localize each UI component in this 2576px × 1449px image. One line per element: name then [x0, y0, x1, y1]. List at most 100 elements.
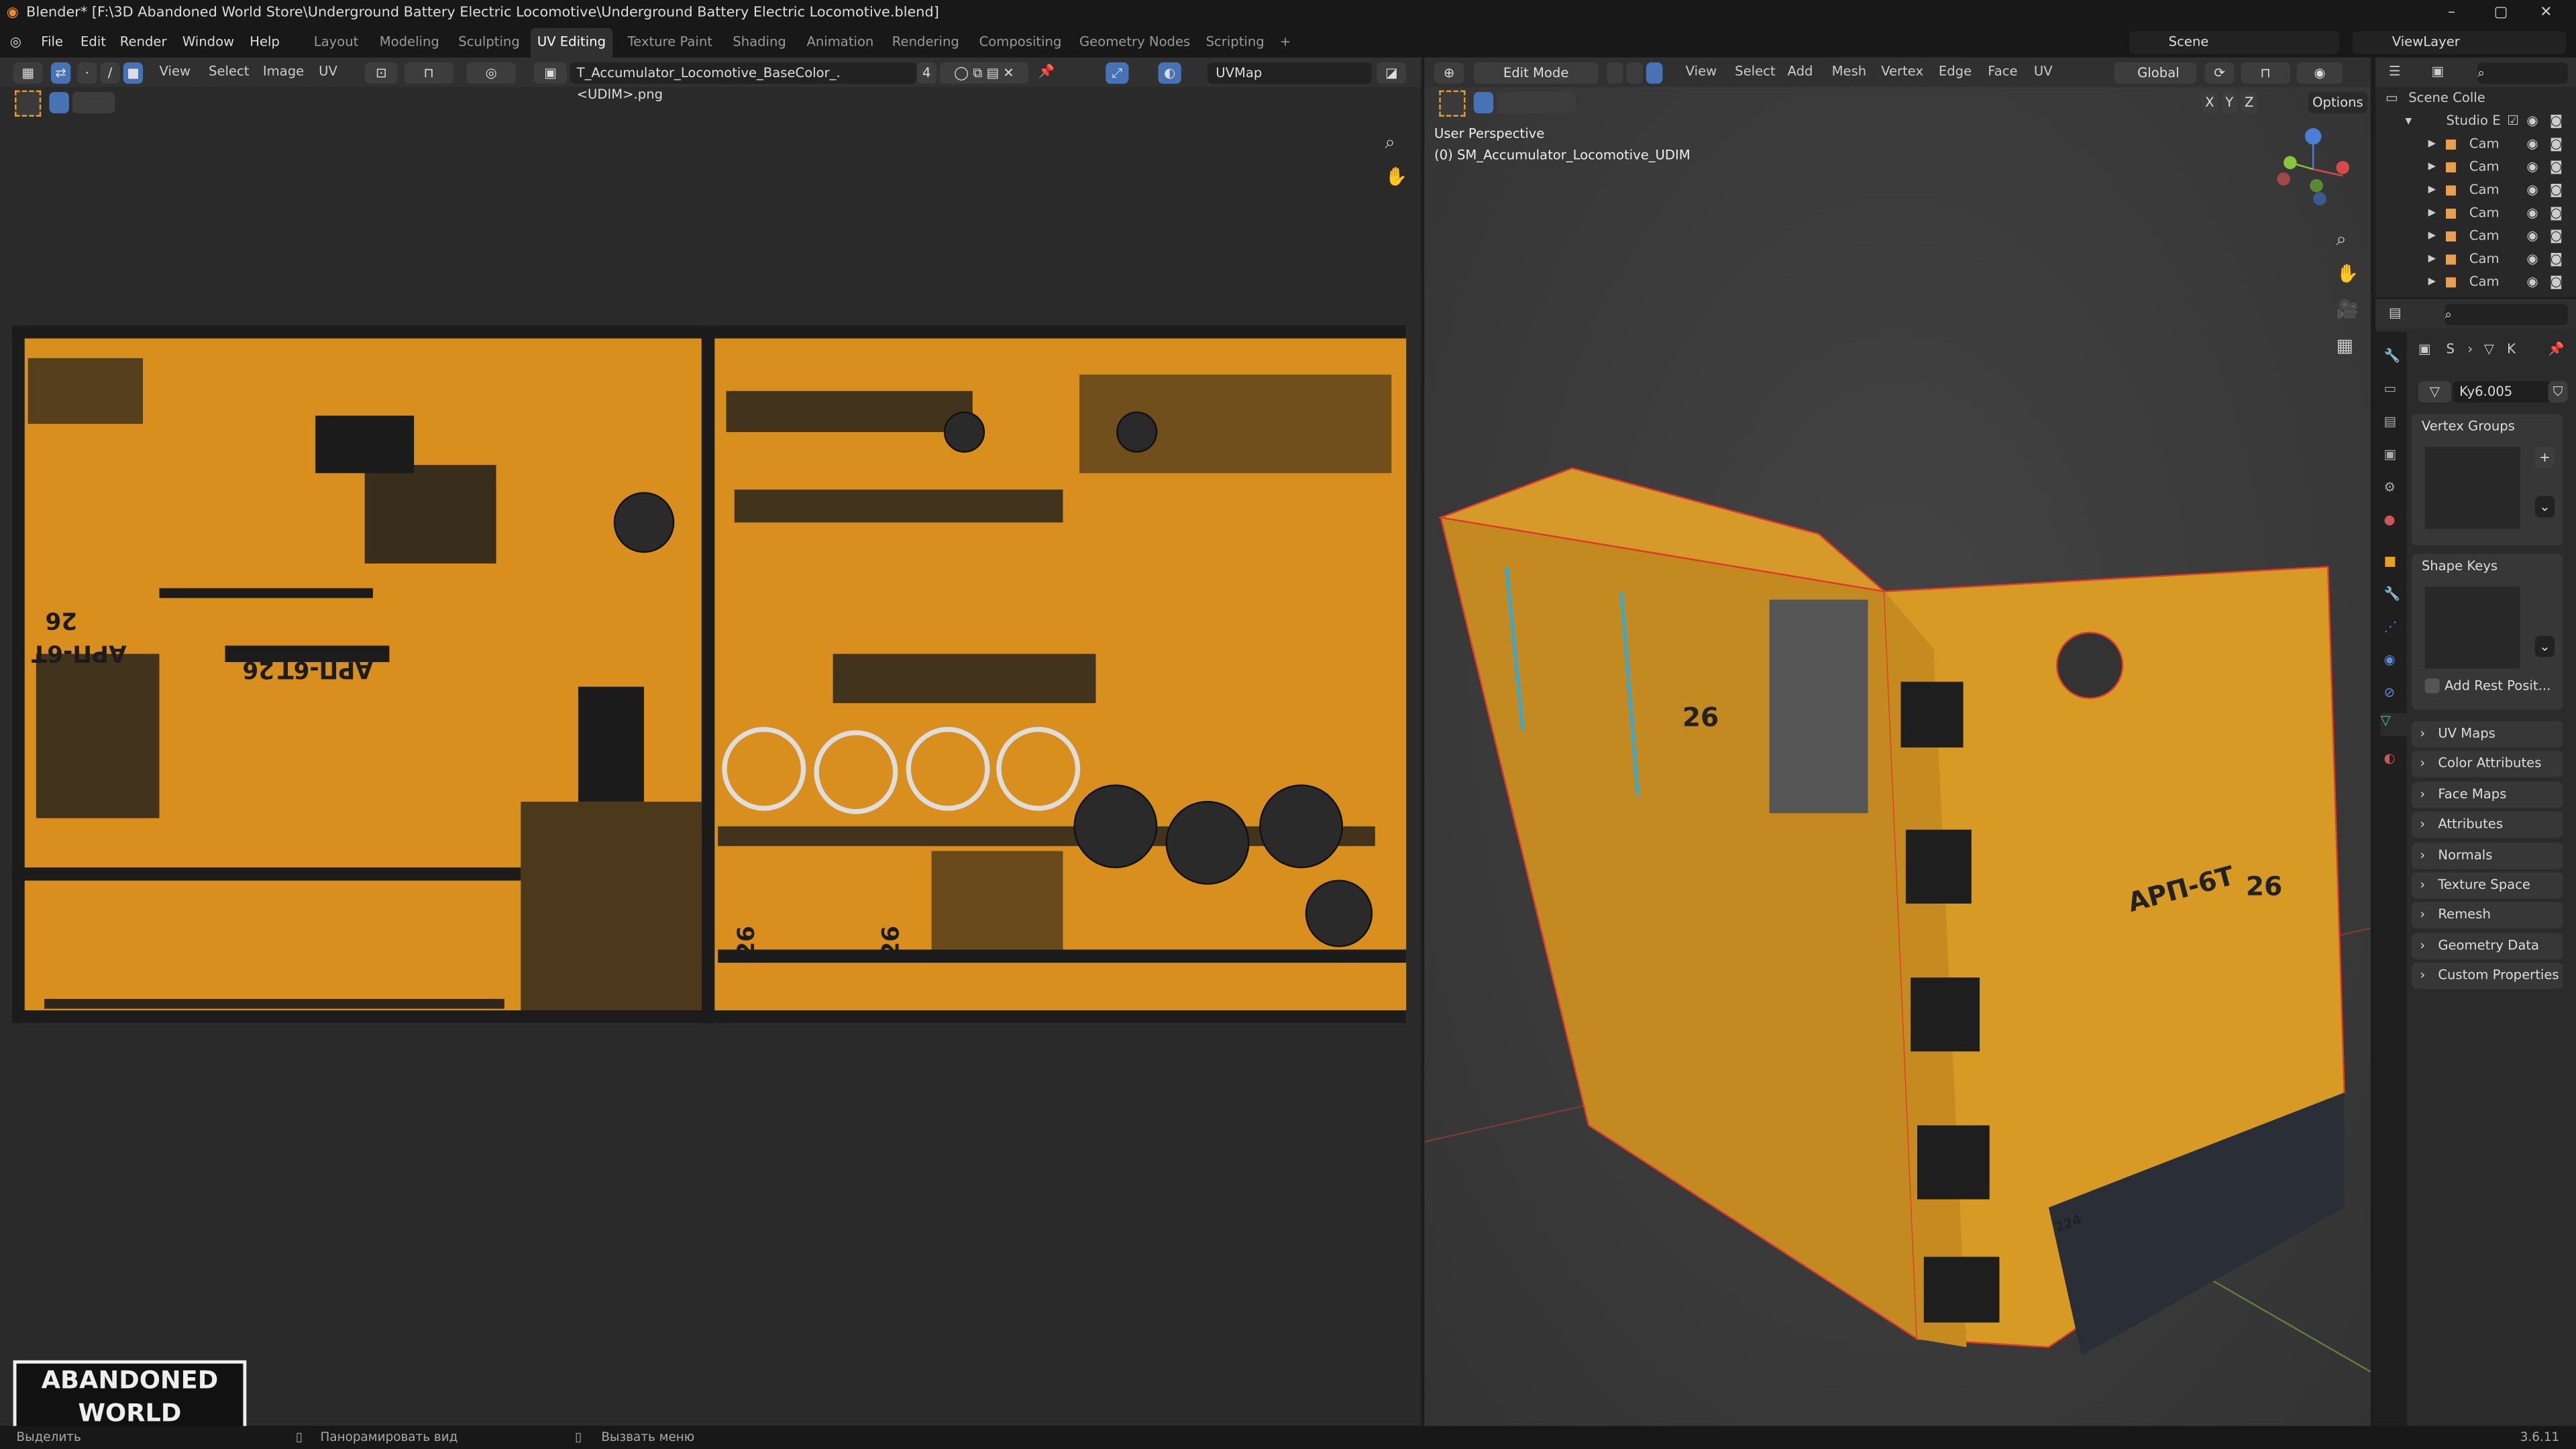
properties-panel[interactable]: › Remesh	[2412, 902, 2563, 929]
mode-selector[interactable]: Edit Mode	[1473, 62, 1599, 84]
minimize-button[interactable]: –	[2448, 0, 2455, 28]
expand-icon[interactable]: ▾	[2405, 110, 2412, 133]
menu-edit[interactable]: Edit	[80, 28, 106, 58]
expand-icon[interactable]: ▶	[2428, 179, 2436, 202]
eye-icon[interactable]: ◉	[2527, 248, 2538, 271]
properties-panel[interactable]: › Normals	[2412, 842, 2563, 869]
render-tab-icon[interactable]: ▭	[2383, 381, 2396, 396]
vp-menu-view[interactable]: View	[1686, 58, 1717, 87]
vp-menu-select[interactable]: Select	[1735, 58, 1775, 87]
object-tab-icon[interactable]: ■	[2383, 553, 2396, 568]
properties-search[interactable]: ⌕	[2445, 304, 2568, 325]
3d-viewport[interactable]: ⊕ Edit Mode View Select Add Mesh Vertex …	[1424, 57, 2371, 1426]
select-box-mode[interactable]	[1473, 92, 1494, 113]
expand-icon[interactable]: ▶	[2428, 133, 2436, 156]
eye-icon[interactable]: ◉	[2527, 179, 2538, 202]
vertex-groups-list[interactable]	[2424, 447, 2520, 529]
menu-file[interactable]: File	[41, 28, 63, 58]
properties-panel[interactable]: › UV Maps	[2412, 721, 2563, 748]
overlay-icon[interactable]: ◐	[1158, 62, 1181, 84]
add-vertex-group-button[interactable]: +	[2534, 447, 2555, 468]
add-rest-position-checkbox[interactable]	[2424, 678, 2440, 694]
properties-panel[interactable]: › Geometry Data	[2412, 932, 2563, 959]
vp-menu-uv[interactable]: UV	[2034, 58, 2053, 87]
scene-selector[interactable]	[2129, 31, 2340, 54]
grid-view-icon[interactable]: ▦	[2336, 335, 2353, 357]
outliner-item[interactable]: ▶ ■ Cam ◉ ◙	[2375, 202, 2576, 225]
pivot-icon[interactable]: ⊡	[364, 62, 398, 84]
tab-compositing[interactable]: Compositing	[979, 28, 1062, 58]
uv-menu-image[interactable]: Image	[263, 58, 304, 87]
face-select-mode[interactable]	[1646, 62, 1663, 84]
outliner-item[interactable]: ▶ ■ Cam ◉ ◙	[2375, 156, 2576, 179]
tab-modeling[interactable]: Modeling	[380, 28, 439, 58]
tab-shading[interactable]: Shading	[733, 28, 786, 58]
uv-map-field[interactable]: UVMap	[1208, 62, 1372, 84]
properties-panel[interactable]: › Texture Space	[2412, 872, 2563, 899]
blender-menu-icon[interactable]: ◎	[10, 28, 21, 58]
image-name-field[interactable]: T_Accumulator_Locomotive_BaseColor_.<UDI…	[570, 62, 917, 102]
tab-layout[interactable]: Layout	[314, 28, 359, 58]
properties-panel[interactable]: › Face Maps	[2412, 782, 2563, 808]
eye-icon[interactable]: ◉	[2527, 271, 2538, 294]
tab-geometry-nodes[interactable]: Geometry Nodes	[1079, 28, 1190, 58]
render-icon[interactable]: ◙	[2550, 156, 2563, 179]
shape-keys-list[interactable]	[2424, 586, 2520, 669]
tool-tab-icon[interactable]: 🔧	[2383, 348, 2400, 363]
panel-header[interactable]: Vertex Groups	[2422, 414, 2515, 440]
particles-tab-icon[interactable]: ⋰	[2383, 619, 2397, 634]
outliner-search[interactable]: ⌕	[2477, 62, 2568, 84]
mesh-name-field[interactable]: Ky6.005	[2453, 381, 2552, 403]
close-button[interactable]: ✕	[2540, 0, 2552, 28]
tab-sculpting[interactable]: Sculpting	[458, 28, 519, 58]
tab-texture-paint[interactable]: Texture Paint	[628, 28, 712, 58]
zoom-icon[interactable]: ⌕	[1385, 131, 1395, 154]
vp-menu-edge[interactable]: Edge	[1939, 58, 1972, 87]
properties-panel[interactable]: › Custom Properties	[2412, 963, 2563, 989]
tab-uv-editing[interactable]: UV Editing	[531, 28, 612, 58]
uv-menu-view[interactable]: View	[160, 58, 191, 87]
eye-icon[interactable]: ◉	[2527, 202, 2538, 225]
tab-animation[interactable]: Animation	[806, 28, 873, 58]
outliner-item[interactable]: ▶ ■ Cam ◉ ◙	[2375, 248, 2576, 271]
render-icon[interactable]: ◙	[2550, 202, 2563, 225]
mesh-data-tab-icon[interactable]: ▽	[2380, 712, 2407, 737]
output-tab-icon[interactable]: ▤	[2383, 414, 2396, 429]
properties-panel[interactable]: › Color Attributes	[2412, 751, 2563, 778]
filter-icon[interactable]: ▣	[2432, 58, 2445, 87]
uv-sticky-icon[interactable]: ⤢	[1106, 62, 1129, 84]
select-box-mode[interactable]	[49, 92, 69, 113]
snap-icon[interactable]: ⊓	[2241, 62, 2290, 84]
snap-icon[interactable]: ⊓	[404, 62, 453, 84]
display-channels-icon[interactable]: ◪	[1377, 62, 1407, 84]
expand-icon[interactable]: ▶	[2428, 202, 2436, 225]
uv-menu-select[interactable]: Select	[209, 58, 249, 87]
fake-user-icon[interactable]: ⛉	[2548, 381, 2568, 403]
render-icon[interactable]: ◙	[2550, 271, 2563, 294]
outliner-scene-collection[interactable]: ▭ Scene Colle	[2375, 87, 2576, 110]
vertex-select-mode[interactable]	[1607, 62, 1623, 84]
scene-name[interactable]: Scene	[2169, 28, 2209, 58]
vertex-group-menu-button[interactable]: ⌄	[2534, 496, 2555, 518]
viewlayer-name[interactable]: ViewLayer	[2392, 28, 2460, 58]
pin-icon[interactable]: 📌	[1038, 58, 1055, 87]
edge-select-mode[interactable]: /	[100, 62, 120, 84]
options-dropdown[interactable]: Options	[2308, 92, 2368, 113]
outliner-item[interactable]: ▶ ■ Cam ◉ ◙	[2375, 225, 2576, 248]
outliner-collection[interactable]: ▾ Studio E ☑ ◉ ◙	[2375, 110, 2576, 133]
expand-icon[interactable]: ▶	[2428, 248, 2436, 271]
uv-texture-image[interactable]: АРП-6Т 26 АРП-6Т 26 26 26	[11, 325, 1407, 1024]
pan-hand-icon[interactable]: ✋	[2336, 263, 2359, 284]
vp-menu-mesh[interactable]: Mesh	[1832, 58, 1867, 87]
select-extend-modes[interactable]	[72, 92, 115, 113]
image-actions[interactable]: ◯ ⧉ ▤ ✕	[939, 62, 1029, 84]
expand-icon[interactable]: ▶	[2428, 271, 2436, 294]
physics-tab-icon[interactable]: ◉	[2383, 652, 2395, 667]
pan-hand-icon[interactable]: ✋	[1385, 166, 1408, 187]
world-tab-icon[interactable]: ●	[2383, 513, 2395, 527]
add-workspace-button[interactable]: +	[1280, 28, 1291, 58]
tab-scripting[interactable]: Scripting	[1206, 28, 1265, 58]
uv-editor[interactable]: ▦ ⇄ · / ■ View Select Image UV ⊡ ⊓ ◎ ▣ T…	[0, 57, 1421, 1443]
transform-orientation[interactable]: Global	[2114, 62, 2197, 84]
vertex-select-mode[interactable]: ·	[77, 62, 97, 84]
